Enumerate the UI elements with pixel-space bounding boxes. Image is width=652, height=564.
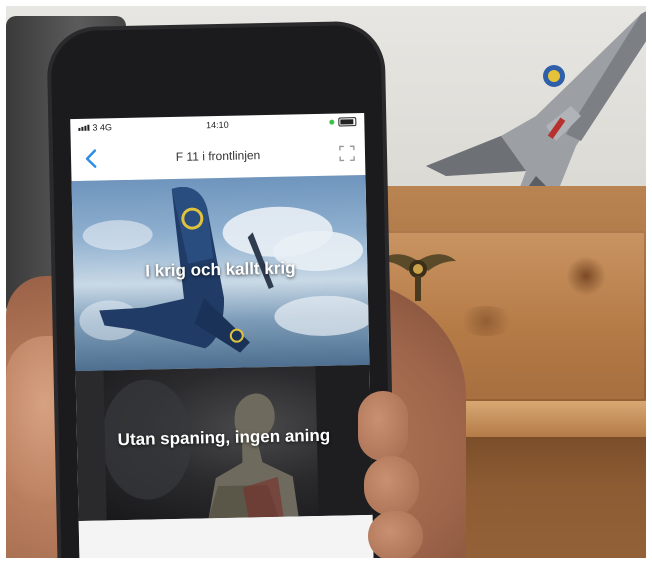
page-title: F 11 i frontlinjen xyxy=(175,148,261,164)
location-dot-icon xyxy=(329,119,335,125)
phone: 3 4G 14:10 F 11 i frontlinjen I krig och… xyxy=(50,24,392,558)
photo-scene: 3 4G 14:10 F 11 i frontlinjen I krig och… xyxy=(6,6,646,558)
story-card-1[interactable]: I krig och kallt krig xyxy=(71,174,370,372)
back-button[interactable] xyxy=(77,144,106,173)
chevron-left-icon xyxy=(85,149,97,168)
fullscreen-icon xyxy=(339,145,355,162)
status-time: 14:10 xyxy=(206,119,229,131)
finger xyxy=(368,511,423,558)
fullscreen-button[interactable] xyxy=(339,145,355,162)
phone-screen: 3 4G 14:10 F 11 i frontlinjen I krig och… xyxy=(70,112,374,558)
battery-icon xyxy=(338,117,357,127)
story-card-3[interactable] xyxy=(78,514,374,558)
finger xyxy=(364,456,419,516)
story-card-2[interactable]: Utan spaning, ingen aning xyxy=(75,364,373,522)
nav-bar: F 11 i frontlinjen xyxy=(70,132,366,183)
finger xyxy=(358,391,408,461)
